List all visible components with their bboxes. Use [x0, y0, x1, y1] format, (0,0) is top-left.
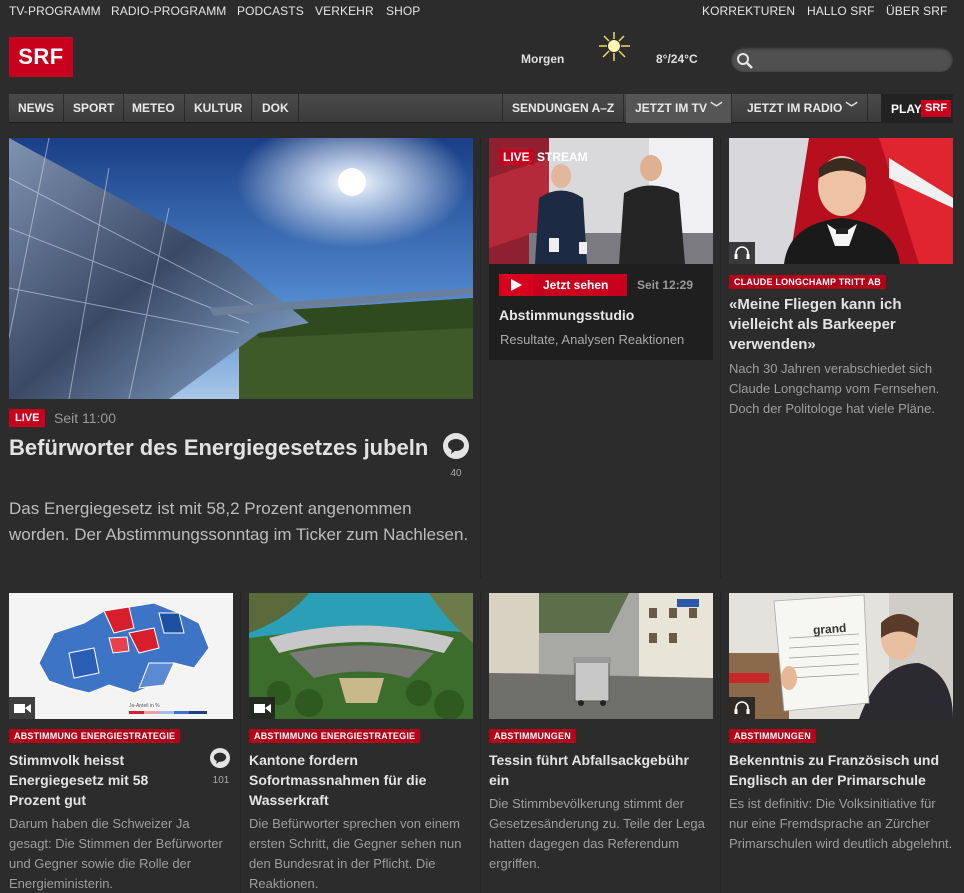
link-hallo-srf[interactable]: HALLO SRF [807, 4, 875, 18]
nav-jetzt-im-radio[interactable]: JETZT IM RADIO ﹀ [738, 94, 868, 123]
weather-label: Morgen [521, 52, 565, 66]
weather-temperature: 8°/24°C [656, 52, 698, 66]
nav-meteo[interactable]: METEO [123, 94, 185, 123]
nav-kultur[interactable]: KULTUR [185, 94, 253, 123]
livestream-since-time: Seit 12:29 [637, 278, 694, 292]
column-divider [480, 138, 481, 578]
card2-text: Die Befürworter sprechen von einem erste… [249, 816, 462, 891]
sun-icon [599, 32, 630, 61]
card1-comment-count: 101 [212, 775, 230, 786]
column-divider [480, 593, 481, 893]
longchamp-headline[interactable]: «Meine Fliegen kann ich vielleicht als B… [729, 295, 929, 355]
card3-text: Die Stimmbevölkerung stimmt der Gesetzes… [489, 796, 705, 871]
longchamp-image[interactable] [729, 138, 953, 264]
nav-news[interactable]: NEWS [9, 94, 64, 123]
card2-tag[interactable]: ABSTIMMUNG ENERGIESTRATEGIE [249, 729, 421, 743]
comment-icon[interactable] [443, 433, 469, 459]
srf-logo-text: SRF [18, 44, 64, 69]
hero-headline[interactable]: Befürworter des Energiegesetzes jubeln [9, 434, 429, 462]
search-input[interactable] [757, 50, 943, 69]
play-icon [499, 274, 533, 296]
card1-headline[interactable]: Stimmvolk heisst Energiegesetz mit 58 Pr… [9, 750, 199, 810]
column-divider [240, 593, 241, 893]
nav-dok[interactable]: DOK [253, 94, 299, 123]
video-camera-icon [14, 704, 31, 713]
video-camera-icon [254, 704, 271, 713]
top-utility-bar: TV-PROGRAMM RADIO-PROGRAMM PODCASTS VERK… [0, 0, 964, 22]
main-navigation: NEWS SPORT METEO KULTUR DOK SENDUNGEN A–… [9, 94, 953, 123]
nav-sport[interactable]: SPORT [64, 94, 125, 123]
link-radio-programm[interactable]: RADIO-PROGRAMM [111, 4, 226, 18]
hero-lead-text: Das Energiegesetz ist mit 58,2 Prozent a… [9, 499, 469, 544]
headphones-icon [734, 701, 750, 714]
longchamp-tag[interactable]: CLAUDE LONGCHAMP TRITT AB [729, 275, 886, 289]
link-verkehr[interactable]: VERKEHR [315, 4, 374, 18]
map-legend-label: Ja-Anteil in % [129, 703, 160, 709]
comment-icon[interactable] [210, 748, 230, 768]
livestream-title[interactable]: Abstimmungsstudio [499, 307, 634, 323]
card3-tag[interactable]: ABSTIMMUNGEN [489, 729, 576, 743]
card4-tag[interactable]: ABSTIMMUNGEN [729, 729, 816, 743]
livestream-overlay-label: LIVE STREAM [499, 149, 588, 165]
paper-word: grand [812, 620, 847, 638]
video-media-indicator [9, 697, 35, 719]
card-image-dam[interactable] [249, 593, 473, 719]
card4-headline[interactable]: Bekenntnis zu Französisch und Englisch a… [729, 750, 954, 790]
play-srf-badge: SRF [921, 100, 951, 117]
play-label: PLAY [891, 102, 922, 116]
speech-bubble-icon [448, 439, 464, 454]
headphones-icon [734, 246, 750, 259]
audio-media-indicator [729, 242, 755, 264]
srf-logo[interactable]: SRF [9, 37, 73, 77]
card4-text: Es ist definitiv: Die Volksinitiative fü… [729, 796, 953, 851]
link-ueber-srf[interactable]: ÜBER SRF [886, 4, 947, 18]
livestream-subtitle: Resultate, Analysen Reaktionen [500, 332, 685, 347]
audio-media-indicator [729, 697, 755, 719]
card1-tag[interactable]: ABSTIMMUNG ENERGIESTRATEGIE [9, 729, 181, 743]
link-korrekturen[interactable]: KORREKTUREN [702, 4, 795, 18]
card3-headline[interactable]: Tessin führt Abfallsackgebühr ein [489, 750, 709, 790]
card-image-street-trash-bin[interactable] [489, 593, 713, 719]
live-badge: LIVE [9, 409, 46, 427]
card2-headline[interactable]: Kantone fordern Sofortmassnahmen für die… [249, 750, 459, 810]
search-icon[interactable] [736, 52, 754, 70]
nav-sendungen-az[interactable]: SENDUNGEN A–Z [502, 94, 625, 123]
hero-since-time: Seit 11:00 [54, 410, 117, 426]
hero-comment-count: 40 [450, 468, 462, 479]
card-image-classroom-paper[interactable] [729, 593, 953, 719]
search-field[interactable] [731, 47, 953, 72]
column-divider [720, 138, 721, 578]
livestream-overlay-stream: STREAM [537, 150, 588, 164]
play-srf-button[interactable]: PLAY SRF [881, 94, 953, 123]
nav-jetzt-im-tv[interactable]: JETZT IM TV ﹀ [626, 94, 733, 123]
longchamp-text: Nach 30 Jahren verabschiedet sich Claude… [729, 361, 940, 416]
watch-now-label: Jetzt sehen [543, 278, 609, 292]
watch-now-button[interactable]: Jetzt sehen [499, 274, 627, 296]
column-divider [720, 593, 721, 893]
card-image-switzerland-map[interactable] [9, 593, 233, 719]
link-tv-programm[interactable]: TV-PROGRAMM [9, 4, 101, 18]
livestream-overlay-live: LIVE [499, 149, 534, 165]
hero-image-solar-panels[interactable] [9, 138, 473, 399]
link-shop[interactable]: SHOP [386, 4, 420, 18]
link-podcasts[interactable]: PODCASTS [237, 4, 304, 18]
speech-bubble-icon [213, 752, 227, 765]
video-media-indicator [249, 697, 275, 719]
card1-text: Darum haben die Schweizer Ja gesagt: Die… [9, 816, 223, 891]
